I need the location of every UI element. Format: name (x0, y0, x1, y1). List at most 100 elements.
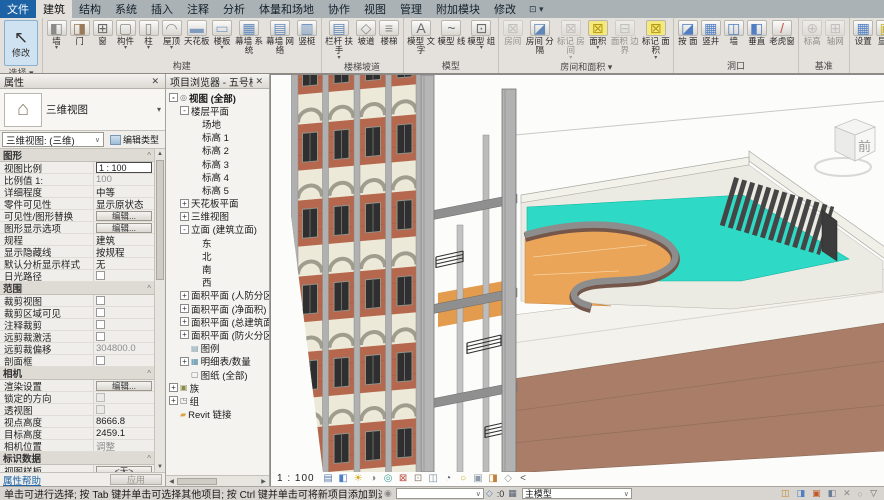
property-value[interactable]: 建筑 (94, 234, 154, 245)
dormer-opening-button[interactable]: /老虎窗 (768, 19, 796, 46)
instance-selector[interactable]: 三维视图: (三维) ∨ (2, 132, 104, 147)
chevron-down-icon[interactable]: ▾ (170, 46, 173, 51)
tab-11[interactable]: 管理 (393, 0, 429, 18)
apply-button[interactable]: 应用 (110, 474, 162, 485)
tree-item[interactable]: -立面 (建筑立面) (166, 223, 269, 236)
checkbox[interactable] (96, 356, 105, 365)
stair-button[interactable]: ≡楼梯 (378, 19, 401, 46)
workplane-set-button[interactable]: ▦设置 (852, 19, 875, 46)
active-workset-select[interactable]: ∨ (396, 488, 484, 499)
tab-13[interactable]: 修改 (487, 0, 523, 18)
sun-path-icon[interactable]: ☀ (352, 472, 365, 485)
tag-area-button[interactable]: ⊠标记 面积▾ (640, 19, 671, 61)
component-button[interactable]: ▢构件▾ (114, 19, 137, 51)
tree-item[interactable]: 场地 (166, 117, 269, 130)
chevron-down-icon[interactable]: ▾ (569, 56, 572, 61)
collapse-icon[interactable]: - (180, 225, 189, 234)
tree-item[interactable]: +面积平面 (总建筑面积) (166, 315, 269, 328)
model-group-button[interactable]: ⊡模型 组▾ (466, 19, 496, 51)
section-header[interactable]: 范围^ (0, 282, 154, 295)
browser-hscrollbar[interactable]: ◀ ▶ (166, 475, 269, 486)
detail-level-icon[interactable]: ▤ (322, 472, 335, 485)
temporary-hide-isolate-icon[interactable]: ◔ (442, 472, 455, 485)
tree-item[interactable]: +三维视图 (166, 210, 269, 223)
scroll-right-icon[interactable]: ▶ (258, 478, 269, 485)
expand-icon[interactable]: + (169, 396, 178, 405)
tree-item[interactable]: 南 (166, 262, 269, 275)
tree-item[interactable]: 标高 1 (166, 131, 269, 144)
tab-2[interactable]: 建筑 (36, 0, 72, 18)
scrollbar-thumb[interactable] (156, 160, 164, 280)
tab-8[interactable]: 体量和场地 (252, 0, 321, 18)
viewcube-front-face[interactable]: 前 (858, 139, 871, 154)
property-value[interactable]: 按规程 (94, 246, 154, 257)
crop-view-icon[interactable]: ⊠ (397, 472, 410, 485)
section-header[interactable]: 相机^ (0, 367, 154, 380)
chevron-down-icon[interactable]: ▾ (55, 46, 58, 51)
tree-item[interactable]: 标高 3 (166, 157, 269, 170)
temporary-view-properties-icon[interactable]: ◨ (487, 472, 500, 485)
viewbar-collapse-icon[interactable]: < (517, 472, 530, 485)
expand-icon[interactable]: + (180, 317, 189, 326)
worksharing-display-icon[interactable]: ▣ (472, 472, 485, 485)
chevron-down-icon[interactable]: ▾ (124, 46, 127, 51)
checkbox[interactable] (96, 271, 105, 280)
tab-4[interactable]: 系统 (108, 0, 144, 18)
collapse-icon[interactable]: - (180, 106, 189, 115)
tab-9[interactable]: 协作 (321, 0, 357, 18)
type-selector[interactable]: ⌂ 三维视图 ▾ (0, 89, 165, 131)
column-button[interactable]: ▯柱▾ (137, 19, 160, 51)
drawing-area[interactable]: 前 1 : 100 ▤◧☀◑◎⊠⊡◫◔○▣◨◇< (270, 74, 884, 486)
tab-1[interactable]: 文件 (0, 0, 36, 18)
vertical-opening-button[interactable]: ◧垂直 (745, 19, 768, 46)
properties-scrollbar[interactable]: ▲ ▼ (154, 149, 165, 472)
tab-5[interactable]: 插入 (144, 0, 180, 18)
tree-item[interactable]: ▢图纸 (全部) (166, 368, 269, 381)
area-button[interactable]: ⊠面积▾ (586, 19, 609, 51)
tab-3[interactable]: 结构 (72, 0, 108, 18)
rendering-dialog-icon[interactable]: ◎ (382, 472, 395, 485)
scrollbar-thumb[interactable] (177, 478, 217, 485)
chevron-down-icon[interactable]: ▾ (147, 46, 150, 51)
model-text-button[interactable]: A模型 文字 (406, 19, 437, 56)
workplane-show-button[interactable]: ▣显示 (875, 19, 884, 46)
checkbox[interactable] (96, 296, 105, 305)
tree-item[interactable]: 东 (166, 236, 269, 249)
property-value[interactable]: 8666.8 (94, 416, 154, 427)
edit-type-button[interactable]: 编辑类型 (106, 132, 163, 147)
roof-button[interactable]: ◠屋顶▾ (160, 19, 183, 51)
tree-item[interactable]: +天花板平面 (166, 197, 269, 210)
floor-button[interactable]: ▭楼板▾ (211, 19, 234, 51)
tree-item[interactable]: +▣族 (166, 381, 269, 394)
selection-filter-icon[interactable]: ▽ (868, 488, 879, 499)
tree-item[interactable]: +面积平面 (净面积) (166, 302, 269, 315)
edit-value-button[interactable]: <无> (96, 466, 152, 473)
unsaved-changes-icon[interactable]: ▣ (810, 488, 823, 499)
worksets-icon[interactable]: ◨ (795, 488, 808, 499)
tree-item[interactable]: 北 (166, 249, 269, 262)
expand-icon[interactable]: + (180, 199, 189, 208)
ribbon-display-toggle[interactable]: ⊡ ▾ (523, 0, 550, 18)
section-header[interactable]: 图形^ (0, 149, 154, 162)
window-button[interactable]: ⊞窗 (91, 19, 114, 46)
property-value[interactable]: 显示原状态 (94, 198, 154, 209)
property-value[interactable]: 无 (94, 258, 154, 269)
press-drag-icon[interactable]: ◉ (382, 488, 394, 499)
chevron-down-icon[interactable]: ▾ (596, 46, 599, 51)
model-line-button[interactable]: ~模型 线 (437, 19, 467, 46)
curtain-system-button[interactable]: ▦幕墙 系统 (234, 19, 265, 56)
visual-style-icon[interactable]: ◧ (337, 472, 350, 485)
tree-item[interactable]: +◳组 (166, 394, 269, 407)
expand-icon[interactable]: + (169, 383, 178, 392)
tab-6[interactable]: 注释 (180, 0, 216, 18)
tree-item[interactable]: 标高 4 (166, 170, 269, 183)
close-icon[interactable]: ✕ (149, 76, 161, 87)
tree-item[interactable]: ▤图例 (166, 342, 269, 355)
close-icon[interactable]: ✕ (253, 76, 265, 87)
property-value[interactable]: 中等 (94, 186, 154, 197)
mullion-button[interactable]: ▥竖梃 (296, 19, 319, 46)
chevron-down-icon[interactable]: ▾ (153, 105, 165, 114)
scroll-up-icon[interactable]: ▲ (155, 149, 165, 159)
checkbox[interactable] (96, 320, 105, 329)
scroll-down-icon[interactable]: ▼ (155, 462, 165, 472)
